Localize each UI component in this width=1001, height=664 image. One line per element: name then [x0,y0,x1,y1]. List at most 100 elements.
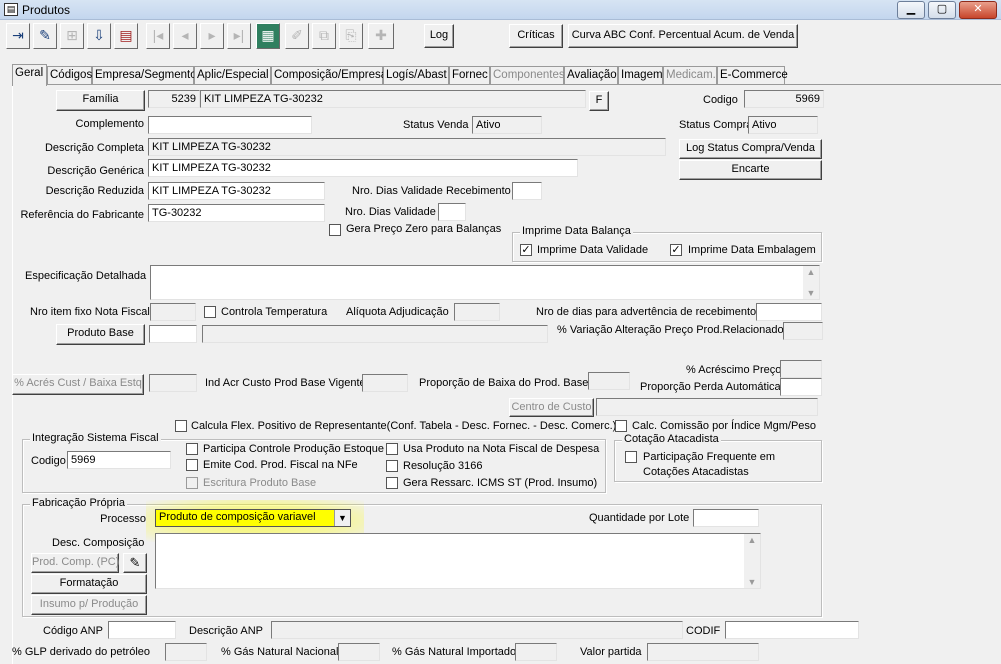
complemento-field[interactable] [148,116,312,134]
scroll-down-icon[interactable]: ▼ [803,288,819,298]
codigo-field[interactable]: 5969 [744,90,824,108]
acres-cust-button[interactable]: % Acrés Cust / Baixa Estq [12,374,144,395]
resolucao-3166-checkbox[interactable] [386,460,398,472]
desc-reduzida-field[interactable]: KIT LIMPEZA TG-30232 [148,182,325,200]
new-icon[interactable]: ✚ [368,23,394,49]
curva-abc-button[interactable]: Curva ABC Conf. Percentual Acum. de Vend… [568,24,798,48]
print-icon[interactable]: ▤ [114,23,138,49]
minimize-button[interactable]: ▁ [897,1,925,19]
glp-field[interactable] [165,643,207,661]
ref-fabricante-field[interactable]: TG-30232 [148,204,325,222]
f-button[interactable]: F [589,91,609,111]
usa-produto-nf-checkbox[interactable] [386,443,398,455]
tab-geral[interactable]: Geral [12,64,47,86]
imprime-data-validade-checkbox[interactable]: ✓ [520,244,532,256]
pencil-icon[interactable]: ✐ [285,23,309,49]
status-compra-field[interactable]: Ativo [748,116,818,134]
exit-icon[interactable]: ⇥ [6,23,30,49]
calcula-flex-checkbox[interactable] [175,420,187,432]
gera-ressarc-checkbox[interactable] [386,477,398,489]
log-button[interactable]: Log [424,24,454,48]
valor-partida-field[interactable] [647,643,759,661]
variacao-preco-field[interactable] [783,322,823,340]
acres-cust-field[interactable] [149,374,197,392]
tab-codigos[interactable]: Códigos [47,66,92,85]
aliquota-label: Alíquota Adjudicação [346,306,449,318]
copy-icon[interactable]: ⧉ [312,23,336,49]
processo-select[interactable]: Produto de composição variavel ▼ [155,509,351,527]
tab-logis-abast[interactable]: Logís/Abast [383,66,449,85]
tab-imagem[interactable]: Imagem [618,66,663,85]
close-button[interactable]: ✕ [959,1,997,19]
tab-componentes[interactable]: Componentes [490,66,565,85]
produto-base-code-field[interactable] [149,325,197,343]
emite-cod-prod-checkbox[interactable] [186,459,198,471]
participa-controle-checkbox[interactable] [186,443,198,455]
tab-empresa-segmento[interactable]: Empresa/Segmento [92,66,197,85]
next-icon[interactable]: ▸ [200,23,224,49]
grid-icon[interactable]: ▦ [256,23,280,49]
centro-custo-button[interactable]: Centro de Custo [509,398,594,417]
dias-validade-field[interactable] [438,203,466,221]
scroll-up-icon[interactable]: ▲ [744,535,760,545]
edit-icon[interactable]: ✎ [33,23,57,49]
tab-medicam[interactable]: Medicam. [663,66,717,85]
especificacao-textarea[interactable]: ▲ ▼ [150,265,820,300]
prev-icon[interactable]: ◂ [173,23,197,49]
especificacao-scrollbar[interactable]: ▲ ▼ [803,266,819,299]
participacao-frequente-checkbox[interactable] [625,451,637,463]
encarte-button[interactable]: Encarte [679,160,822,180]
nro-item-fixo-field[interactable] [150,303,196,321]
dias-validade-recebimento-field[interactable] [512,182,542,200]
log-status-button[interactable]: Log Status Compra/Venda [679,139,822,159]
tab-e-commerce[interactable]: E-Commerce [717,66,788,85]
paste-icon[interactable]: ⎘ [339,23,363,49]
insumo-producao-button[interactable]: Insumo p/ Produção [31,595,147,615]
pencil-icon[interactable]: ✎ [123,553,147,573]
desc-generica-field[interactable]: KIT LIMPEZA TG-30232 [148,159,578,177]
desc-composicao-textarea[interactable]: ▲ ▼ [155,533,761,589]
save-icon[interactable]: ⇩ [87,23,111,49]
proporcao-baixa-field[interactable] [588,372,630,390]
codigo-anp-field[interactable] [108,621,176,639]
formatacao-button[interactable]: Formatação [31,574,147,594]
status-venda-field[interactable]: Ativo [472,116,542,134]
tab-avaliacao[interactable]: Avaliação [564,66,618,85]
codif-field[interactable] [725,621,859,639]
last-icon[interactable]: ▸| [227,23,251,49]
proporcao-perda-field[interactable] [780,378,822,396]
quantidade-lote-field[interactable] [693,509,759,527]
aliquota-field[interactable] [454,303,500,321]
controla-temperatura-checkbox[interactable] [204,306,216,318]
escritura-produto-base-checkbox[interactable] [186,477,198,489]
desc-completa-field[interactable]: KIT LIMPEZA TG-30232 [148,138,666,156]
scroll-down-icon[interactable]: ▼ [744,577,760,587]
centro-custo-field[interactable] [596,398,818,416]
chevron-down-icon[interactable]: ▼ [334,510,350,526]
gas-importado-field[interactable] [515,643,557,661]
familia-button[interactable]: Família [56,90,145,111]
ind-acr-field[interactable] [362,374,408,392]
produto-base-name-field[interactable] [202,325,548,343]
tree-icon[interactable]: ⊞ [60,23,84,49]
gas-nacional-field[interactable] [338,643,380,661]
familia-name-field[interactable]: KIT LIMPEZA TG-30232 [200,90,586,108]
prod-comp-button[interactable]: Prod. Comp. (PC) [31,553,119,573]
nro-dias-advertencia-field[interactable] [756,303,822,321]
first-icon[interactable]: |◂ [146,23,170,49]
desc-composicao-scrollbar[interactable]: ▲ ▼ [744,534,760,588]
integracao-codigo-field[interactable]: 5969 [67,451,171,469]
calc-comissao-checkbox[interactable] [615,420,627,432]
criticas-button[interactable]: Críticas [509,24,563,48]
descricao-anp-field[interactable] [271,621,683,639]
maximize-button[interactable]: ▢ [928,1,956,19]
tab-aplic-especial[interactable]: Aplic/Especial [194,66,271,85]
imprime-data-embalagem-checkbox[interactable]: ✓ [670,244,682,256]
produto-base-button[interactable]: Produto Base [56,324,145,345]
scroll-up-icon[interactable]: ▲ [803,267,819,277]
acrescimo-preco-field[interactable] [780,360,822,378]
familia-code-field[interactable]: 5239 [148,90,200,108]
tab-fornec[interactable]: Fornec [449,66,490,85]
gera-preco-zero-checkbox[interactable] [329,224,341,236]
tab-composicao-empresa[interactable]: Composição/Empresa [271,66,387,85]
